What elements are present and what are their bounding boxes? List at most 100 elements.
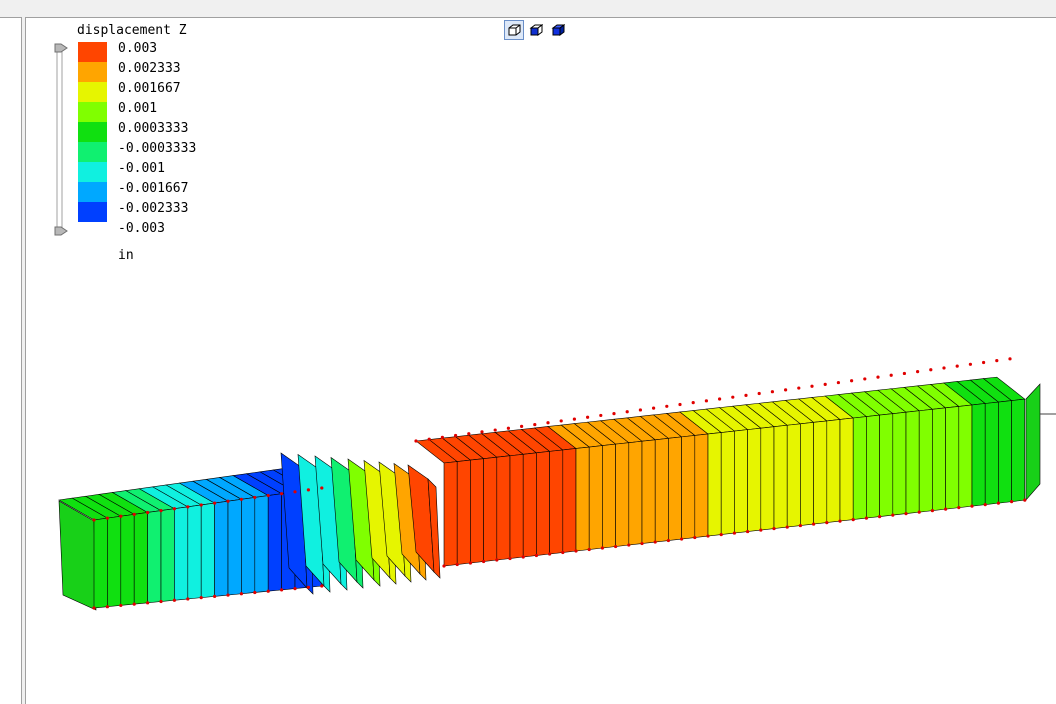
beam-front-face: [241, 497, 256, 595]
mesh-node: [744, 393, 748, 397]
mesh-node: [320, 584, 324, 588]
mesh-node: [239, 592, 243, 596]
mesh-node: [480, 430, 484, 434]
beam-front-face: [773, 424, 788, 529]
legend-color-swatch: [78, 182, 107, 202]
wireframe-cube-icon: [508, 24, 521, 36]
beam-front-face: [254, 495, 269, 593]
beam-front-face: [174, 506, 189, 601]
mesh-node: [784, 388, 788, 392]
wireframe-view-button[interactable]: [504, 20, 524, 40]
mesh-node: [1008, 357, 1012, 361]
mesh-node: [891, 513, 895, 517]
mesh-node: [850, 379, 854, 383]
legend-label: 0.0003333: [118, 121, 189, 136]
beam-front-face: [187, 504, 202, 600]
mesh-node: [876, 375, 880, 379]
legend-color-swatch: [78, 62, 107, 82]
mesh-node: [652, 406, 656, 410]
shaded-cube-icon: [529, 24, 543, 36]
mesh-node: [574, 549, 578, 553]
mesh-node: [904, 512, 908, 516]
mesh-node: [442, 564, 446, 568]
legend-label: 0.001667: [118, 81, 181, 96]
mesh-node: [970, 504, 974, 508]
legend-color-swatch: [78, 42, 107, 62]
mesh-node: [454, 433, 458, 438]
legend-color-swatch: [78, 202, 107, 222]
mesh-node: [172, 507, 176, 511]
mesh-node: [508, 556, 512, 561]
mesh-node: [785, 525, 789, 529]
mesh-node: [548, 552, 552, 556]
mesh-node: [666, 538, 671, 543]
mesh-node: [759, 528, 763, 532]
beam-front-face: [866, 414, 880, 519]
3d-viewport[interactable]: displacement Z 0.003 0.002333 0.001667 0.00…: [25, 17, 1056, 704]
beam-front-face: [522, 452, 537, 558]
beam-front-face: [214, 500, 229, 597]
beam-front-face: [971, 403, 986, 507]
beam-front-face: [892, 411, 907, 516]
mesh-node: [119, 514, 123, 518]
legend-label: 0.003: [118, 41, 158, 56]
mesh-node: [902, 371, 907, 376]
mesh-node: [627, 543, 631, 547]
mesh-node: [266, 493, 270, 498]
mesh-node: [92, 606, 96, 610]
mesh-node: [942, 366, 946, 370]
mesh-node: [625, 410, 629, 414]
mesh-node: [572, 417, 577, 421]
beam-front-face: [200, 502, 215, 598]
shaded-view-button[interactable]: [526, 20, 546, 40]
legend-label: 0.002333: [118, 61, 181, 76]
mesh-node: [797, 386, 801, 390]
mesh-node: [665, 404, 669, 408]
beam-front-face: [720, 430, 735, 535]
mesh-node: [612, 412, 616, 416]
beam-front-face: [483, 456, 498, 562]
beam-front-face: [509, 453, 524, 559]
beam-front-face: [958, 404, 973, 508]
mesh-node: [1023, 498, 1027, 502]
mesh-node: [810, 384, 814, 388]
mesh-node: [280, 492, 284, 496]
mesh-node: [916, 370, 920, 374]
mesh-node: [836, 380, 841, 385]
mesh-node: [146, 601, 150, 605]
legend-slider-top-handle: [54, 43, 68, 53]
mesh-node: [253, 495, 257, 500]
legend-label: 0.001: [118, 101, 158, 116]
mesh-node: [226, 499, 230, 503]
mesh-node: [427, 437, 431, 441]
mesh-node: [172, 598, 176, 602]
mesh-node: [851, 517, 855, 522]
beam-front-face: [852, 416, 867, 520]
mesh-node: [587, 547, 591, 552]
mesh-node: [159, 599, 163, 604]
mesh-node: [599, 413, 603, 418]
legend-title: displacement Z: [77, 23, 187, 38]
beam-front-face: [456, 459, 471, 565]
mesh-node: [996, 501, 1001, 505]
beam-front-face: [536, 451, 550, 556]
mesh-node: [680, 537, 684, 541]
left-panel: [0, 17, 22, 704]
mesh-node: [213, 594, 217, 598]
mesh-node: [561, 550, 565, 555]
mesh-node: [706, 534, 710, 538]
solid-view-button[interactable]: [548, 20, 568, 40]
mesh-node: [982, 360, 986, 365]
mesh-node: [186, 597, 190, 601]
legend-label: -0.002333: [118, 201, 189, 216]
beam-front-face: [654, 437, 669, 543]
mesh-node: [838, 519, 842, 523]
beam-front-face: [147, 510, 162, 604]
mesh-node: [482, 559, 486, 564]
beam-front-face: [443, 461, 458, 567]
legend-label: -0.001: [118, 161, 165, 176]
mesh-node: [546, 421, 550, 425]
beam-front-face: [945, 406, 960, 510]
mesh-node: [825, 520, 829, 525]
mesh-node: [493, 428, 497, 432]
